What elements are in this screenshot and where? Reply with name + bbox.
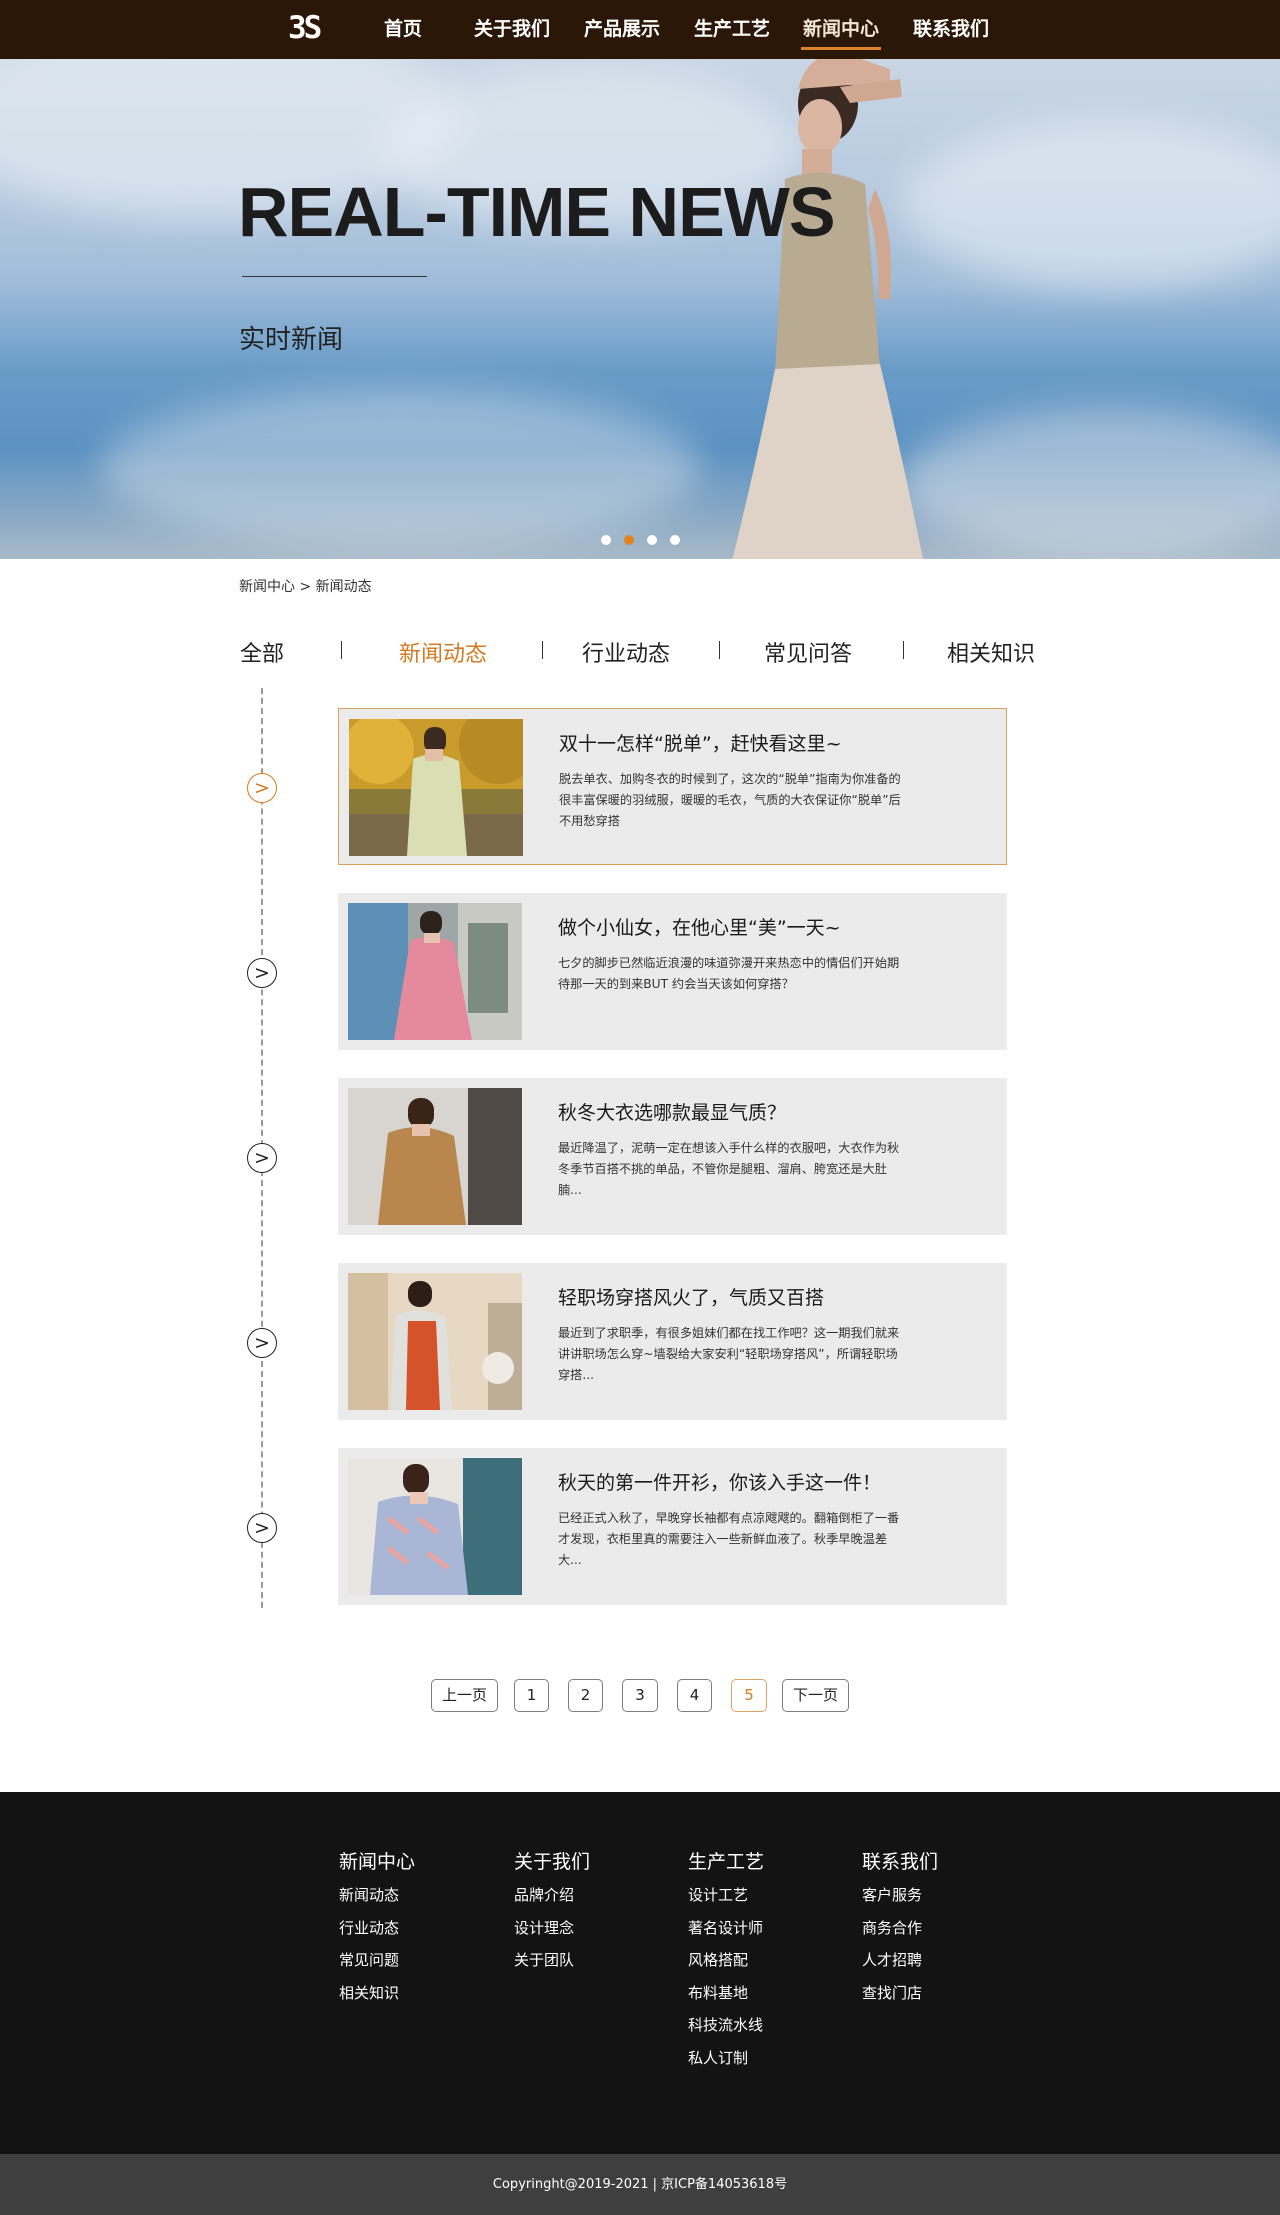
news-card[interactable]: 做个小仙女，在他心里“美”一天~ 七夕的脚步已然临近浪漫的味道弥漫开来热恋中的情… xyxy=(338,893,1007,1050)
news-summary: 最近到了求职季，有很多姐妹们都在找工作吧？这一期我们就来讲讲职场怎么穿~墙裂给大… xyxy=(558,1326,900,1382)
footer-link[interactable]: 设计理念 xyxy=(514,1918,590,1951)
pagination-prev-button[interactable]: 上一页 xyxy=(431,1679,498,1712)
footer-column-news: 新闻中心 新闻动态 行业动态 常见问题 相关知识 xyxy=(339,1847,415,2015)
nav-item-contact[interactable]: 联系我们 xyxy=(911,0,991,59)
tab-news[interactable]: 新闻动态 xyxy=(399,636,487,668)
pagination-page-2[interactable]: 2 xyxy=(568,1679,603,1712)
tab-separator xyxy=(719,641,720,659)
copyright-bar: Copyringht@2019-2021 | 京ICP备14053618号 xyxy=(0,2154,1280,2215)
footer-column-title: 生产工艺 xyxy=(688,1851,765,1873)
chevron-right-icon[interactable]: > xyxy=(247,1143,277,1173)
news-title[interactable]: 轻职场穿搭风火了，气质又百搭 xyxy=(558,1283,824,1310)
footer-link[interactable]: 相关知识 xyxy=(339,1983,415,2016)
news-thumbnail[interactable] xyxy=(348,1458,522,1595)
chevron-right-icon[interactable]: > xyxy=(247,958,277,988)
news-title[interactable]: 双十一怎样“脱单”，赶快看这里~ xyxy=(559,729,842,756)
news-card[interactable]: 秋冬大衣选哪款最显气质？ 最近降温了，泥萌一定在想该入手什么样的衣服吧，大衣作为… xyxy=(338,1078,1007,1235)
news-thumbnail[interactable] xyxy=(348,1273,522,1410)
top-navigation: 3S 首页 关于我们 产品展示 生产工艺 新闻中心 联系我们 xyxy=(0,0,1280,59)
footer-link[interactable]: 关于团队 xyxy=(514,1950,590,1983)
cloud-shape xyxy=(100,389,700,549)
hero-banner: REAL-TIME NEWS 实时新闻 xyxy=(0,59,1280,559)
news-title[interactable]: 秋冬大衣选哪款最显气质？ xyxy=(558,1098,786,1125)
nav-item-news[interactable]: 新闻中心 xyxy=(801,0,881,59)
pagination-page-3[interactable]: 3 xyxy=(622,1679,658,1712)
news-card[interactable]: 双十一怎样“脱单”，赶快看这里~ 脱去单衣、加购冬衣的时候到了，这次的“脱单”指… xyxy=(338,708,1007,865)
tab-separator xyxy=(903,641,904,659)
news-card[interactable]: 轻职场穿搭风火了，气质又百搭 最近到了求职季，有很多姐妹们都在找工作吧？这一期我… xyxy=(338,1263,1007,1420)
hero-title: REAL-TIME NEWS xyxy=(238,173,836,251)
nav-item-home[interactable]: 首页 xyxy=(383,0,423,59)
hero-subtitle: 实时新闻 xyxy=(239,325,344,355)
news-thumbnail[interactable] xyxy=(348,1088,522,1225)
tab-knowledge[interactable]: 相关知识 xyxy=(947,636,1035,668)
footer-column-title: 联系我们 xyxy=(862,1851,939,1873)
footer-link[interactable]: 常见问题 xyxy=(339,1950,415,1983)
footer-link[interactable]: 风格搭配 xyxy=(688,1950,764,1983)
footer-column-about: 关于我们 品牌介绍 设计理念 关于团队 xyxy=(514,1847,590,1983)
news-title[interactable]: 秋天的第一件开衫，你该入手这一件！ xyxy=(558,1468,881,1495)
tab-faq[interactable]: 常见问答 xyxy=(764,636,852,668)
footer-link[interactable]: 品牌介绍 xyxy=(514,1885,590,1918)
hero-divider xyxy=(242,276,427,277)
tab-industry[interactable]: 行业动态 xyxy=(582,636,670,668)
tab-separator xyxy=(542,641,543,659)
footer-column-process: 生产工艺 设计工艺 著名设计师 风格搭配 布料基地 科技流水线 私人订制 xyxy=(688,1847,764,2080)
footer-link[interactable]: 行业动态 xyxy=(339,1918,415,1951)
news-thumbnail[interactable] xyxy=(348,903,522,1040)
nav-item-about[interactable]: 关于我们 xyxy=(472,0,552,59)
footer-column-title: 关于我们 xyxy=(514,1851,591,1873)
news-summary: 七夕的脚步已然临近浪漫的味道弥漫开来热恋中的情侣们开始期待那一天的到来BUT 约… xyxy=(558,956,900,991)
pagination-page-4[interactable]: 4 xyxy=(677,1679,712,1712)
pagination-page-5-current[interactable]: 5 xyxy=(731,1679,767,1712)
footer-link[interactable]: 客户服务 xyxy=(862,1885,938,1918)
chevron-right-icon[interactable]: > xyxy=(247,773,277,803)
footer-column-title: 新闻中心 xyxy=(339,1851,416,1873)
news-summary: 脱去单衣、加购冬衣的时候到了，这次的“脱单”指南为你准备的很丰富保暖的羽绒服，暖… xyxy=(559,772,901,828)
cloud-shape xyxy=(900,409,1280,559)
nav-item-products[interactable]: 产品展示 xyxy=(582,0,662,59)
news-summary: 已经正式入秋了，早晚穿长袖都有点凉飕飕的。翻箱倒柜了一番才发现，衣柜里真的需要注… xyxy=(558,1511,900,1567)
tab-all[interactable]: 全部 xyxy=(240,636,284,668)
carousel-dot[interactable] xyxy=(601,535,611,545)
footer-link[interactable]: 新闻动态 xyxy=(339,1885,415,1918)
footer-link[interactable]: 私人订制 xyxy=(688,2048,764,2081)
footer-column-contact: 联系我们 客户服务 商务合作 人才招聘 查找门店 xyxy=(862,1847,938,2015)
model-figure-illustration xyxy=(732,59,923,559)
carousel-dot[interactable] xyxy=(670,535,680,545)
chevron-right-icon[interactable]: > xyxy=(247,1513,277,1543)
carousel-dot[interactable] xyxy=(647,535,657,545)
footer-link[interactable]: 设计工艺 xyxy=(688,1885,764,1918)
pagination-page-1[interactable]: 1 xyxy=(514,1679,549,1712)
news-thumbnail[interactable] xyxy=(349,719,523,856)
footer-link[interactable]: 布料基地 xyxy=(688,1983,764,2016)
footer-link[interactable]: 人才招聘 xyxy=(862,1950,938,1983)
pagination-next-button[interactable]: 下一页 xyxy=(782,1679,849,1712)
footer-link[interactable]: 著名设计师 xyxy=(688,1918,764,1951)
news-title[interactable]: 做个小仙女，在他心里“美”一天~ xyxy=(558,913,841,940)
breadcrumb[interactable]: 新闻中心 > 新闻动态 xyxy=(239,576,372,596)
news-summary: 最近降温了，泥萌一定在想该入手什么样的衣服吧，大衣作为秋冬季节百搭不挑的单品，不… xyxy=(558,1141,900,1197)
footer-link[interactable]: 科技流水线 xyxy=(688,2015,764,2048)
footer-link[interactable]: 查找门店 xyxy=(862,1983,938,2016)
cloud-shape xyxy=(900,119,1280,289)
carousel-dot-active[interactable] xyxy=(624,535,634,545)
news-card[interactable]: 秋天的第一件开衫，你该入手这一件！ 已经正式入秋了，早晚穿长袖都有点凉飕飕的。翻… xyxy=(338,1448,1007,1605)
site-footer xyxy=(0,1792,1280,2154)
nav-item-process[interactable]: 生产工艺 xyxy=(692,0,772,59)
footer-link[interactable]: 商务合作 xyxy=(862,1918,938,1951)
chevron-right-icon[interactable]: > xyxy=(247,1328,277,1358)
tab-separator xyxy=(341,641,342,659)
brand-logo[interactable]: 3S xyxy=(288,11,332,45)
